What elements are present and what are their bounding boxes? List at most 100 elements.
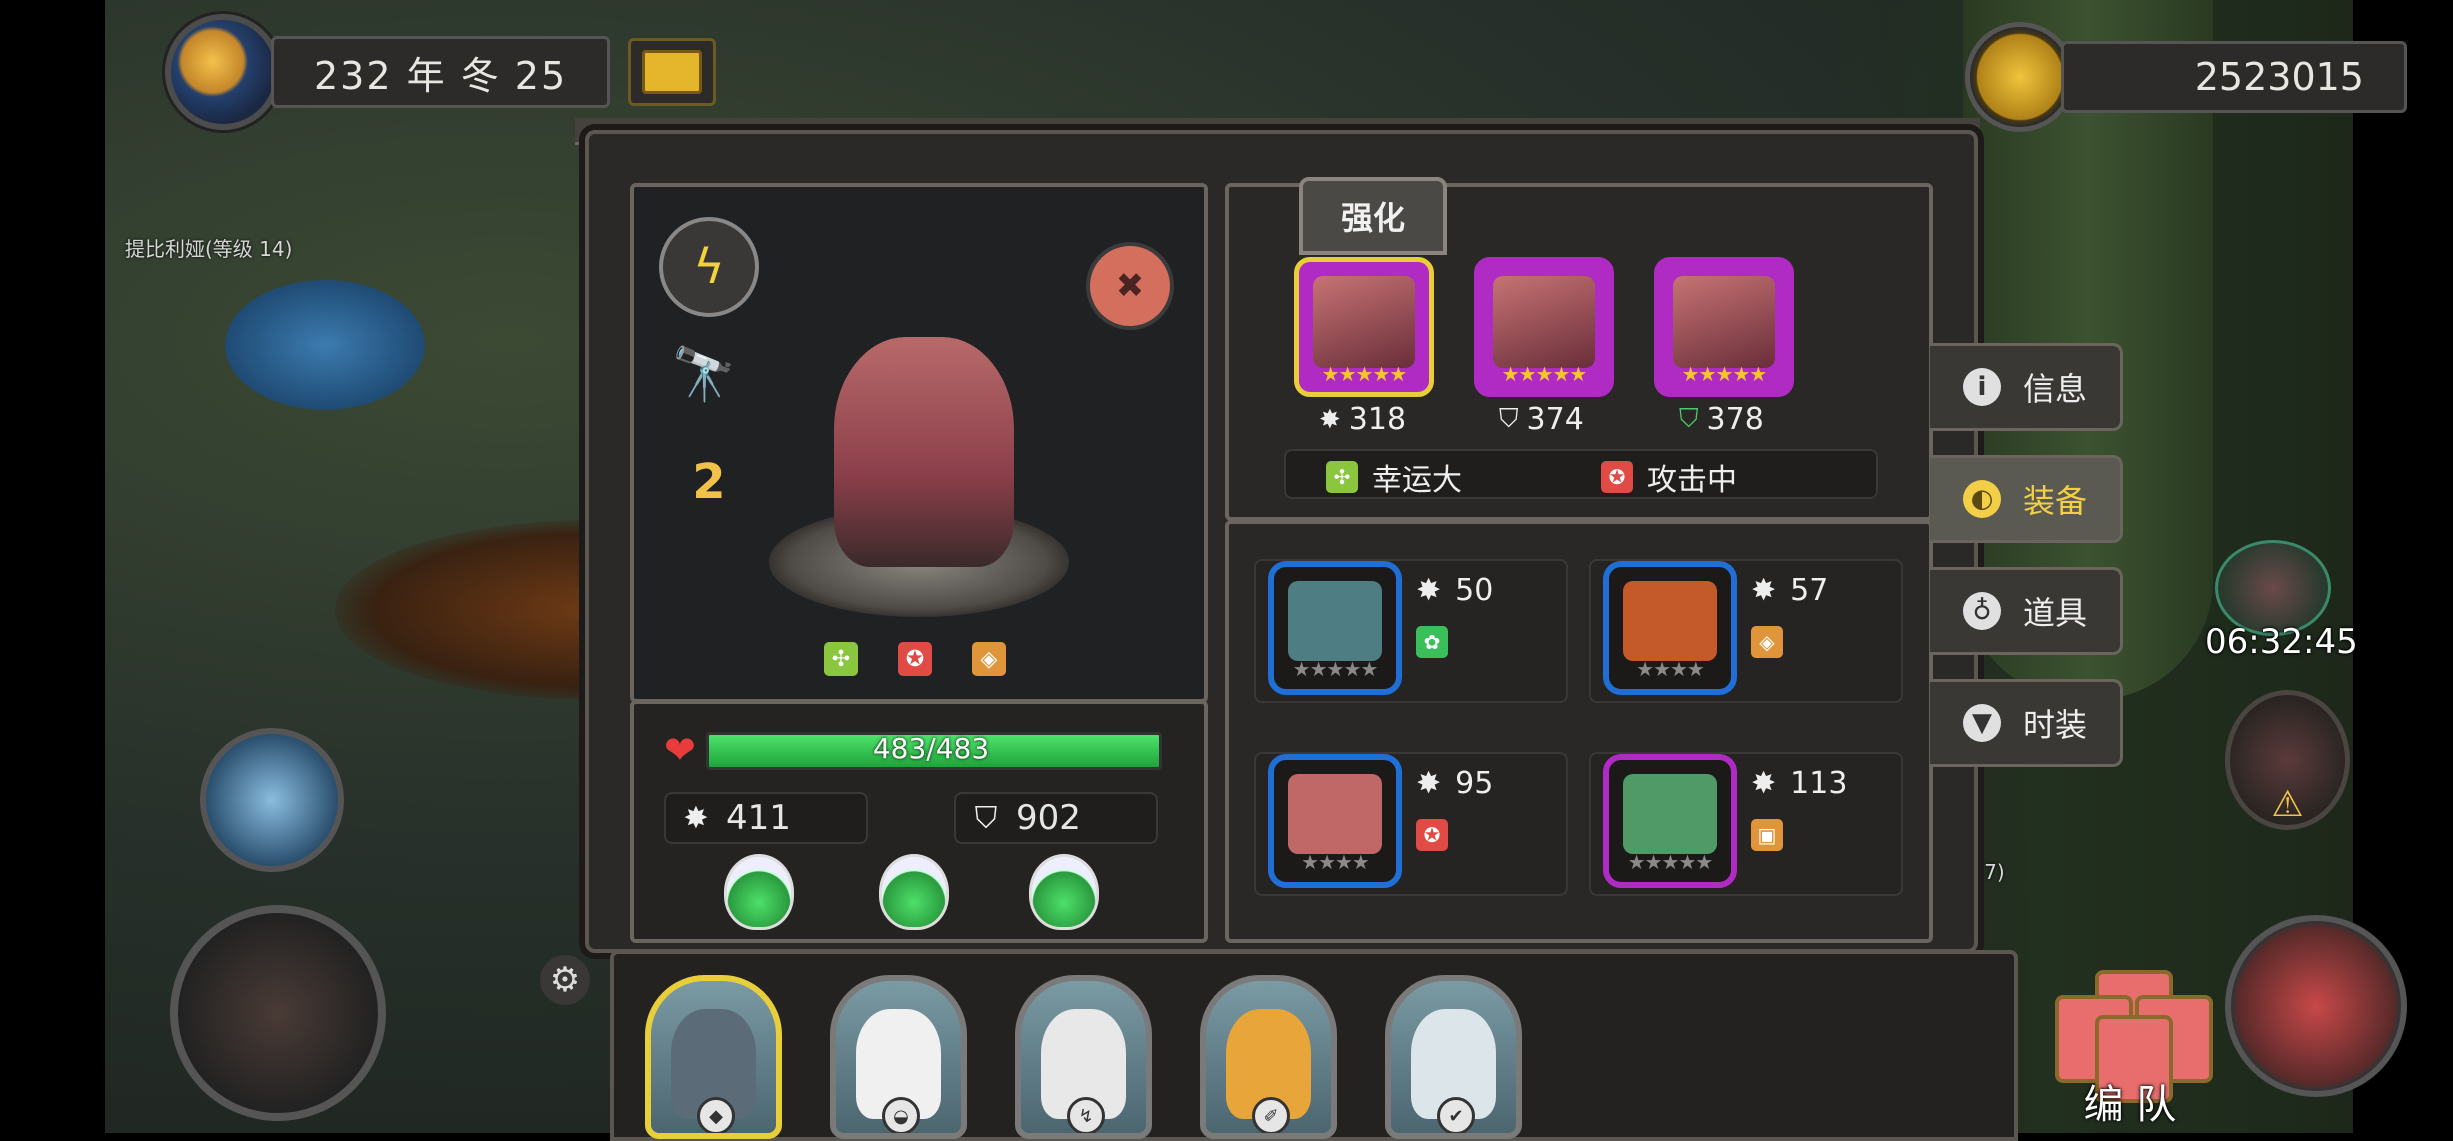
side-tab-label: 信息 xyxy=(2022,370,2087,408)
gold-coin-icon xyxy=(1965,22,2075,132)
attack-burst-icon: ✸ xyxy=(683,800,709,836)
equipped-gear-stat: ⛉ 374 xyxy=(1499,402,1584,437)
hero-portrait-leopard[interactable]: ✐ xyxy=(1200,975,1337,1139)
equipped-gear-value: 378 xyxy=(1706,402,1764,437)
warning-alert-button[interactable]: ⚠ xyxy=(2225,690,2350,830)
tab-shirt[interactable]: ▼ 时装 xyxy=(1930,679,2123,767)
chest-icon xyxy=(642,50,703,94)
hero-class-badge-icon: ◒ xyxy=(882,1097,920,1133)
tab-info[interactable]: i 信息 xyxy=(1930,343,2123,431)
gear-trait-icon: ◈ xyxy=(1751,626,1783,658)
health-potion-icon[interactable] xyxy=(724,854,794,930)
map-unit-label: 提比利娅(等级 14) xyxy=(125,237,293,261)
hero-portrait-polar-bear[interactable]: ↯ xyxy=(1015,975,1152,1139)
gear-art xyxy=(1623,581,1717,661)
gear-art xyxy=(1623,774,1717,854)
inventory-gear-item[interactable]: ★★★★ ✸ 57 ◈ xyxy=(1589,559,1903,703)
date-display: 232 年 冬 25 xyxy=(165,14,717,130)
gear-stars: ★★★★★ xyxy=(1321,362,1408,386)
island-map-button[interactable] xyxy=(200,728,344,872)
helmet-icon: ◐ xyxy=(1962,480,2001,518)
gear-trait-icon: ✪ xyxy=(1416,819,1448,851)
equipped-gear-slot[interactable]: ★★★★★ xyxy=(1654,257,1794,397)
hero-portrait-pirate-boar[interactable]: ◆ xyxy=(645,975,782,1139)
inventory-gear-stat: ✸ 113 xyxy=(1751,766,1847,801)
defense-shield-icon: ⛉ xyxy=(974,800,998,836)
team-cards-icon xyxy=(2055,970,2213,1103)
hero-class-badge-icon: ↯ xyxy=(1067,1097,1105,1133)
tab-helmet[interactable]: ◐ 装备 xyxy=(1930,455,2123,543)
team-formation-label: 编 队 xyxy=(2083,1082,2177,1128)
inventory-gear-item[interactable]: ★★★★★ ✸ 50 ✿ xyxy=(1254,559,1568,703)
hero-class-badge-icon: ✔ xyxy=(1437,1097,1475,1133)
hero-portrait-white-hair[interactable]: ✔ xyxy=(1385,975,1522,1139)
event-timer: 06:32:45 xyxy=(2205,622,2358,662)
inventory-gear-slot[interactable]: ★★★★★ xyxy=(1268,561,1402,695)
spyglass-map-icon[interactable]: 🔭 xyxy=(659,337,749,412)
inventory-gear-item[interactable]: ★★★★ ✸ 95 ✪ xyxy=(1254,752,1568,896)
crossed-swords-shield-icon[interactable] xyxy=(2225,915,2407,1097)
gear-stars: ★★★★ xyxy=(1636,657,1705,681)
side-tab-label: 时装 xyxy=(2022,706,2087,744)
health-potion-icon[interactable] xyxy=(1029,854,1099,930)
luck-bonus-icon: ✣ xyxy=(1326,461,1358,493)
shirt-icon: ▼ xyxy=(1962,704,2001,742)
blue-dragon-creature xyxy=(225,280,425,410)
gear-stars: ★★★★★ xyxy=(1501,362,1588,386)
enhance-tab[interactable]: 强化 xyxy=(1299,177,1447,255)
side-tab-label: 道具 xyxy=(2022,594,2087,632)
side-tab-menu: i 信息 ◐ 装备 ♁ 道具 ▼ 时装 xyxy=(1930,343,2130,791)
rank-badge: 2 xyxy=(654,442,764,522)
bomb-icon[interactable]: ✖ xyxy=(1086,242,1174,330)
inventory-gear-item[interactable]: ★★★★★ ✸ 113 ▣ xyxy=(1589,752,1903,896)
gear-stars: ★★★★★ xyxy=(1292,657,1379,681)
equipped-gear-stat: ✸ 318 xyxy=(1319,402,1406,437)
gear-art xyxy=(1288,581,1382,661)
luck-icon: ✣ xyxy=(824,642,858,676)
gear-stars: ★★★★★ xyxy=(1627,850,1714,874)
season-moon-icon[interactable] xyxy=(165,14,281,130)
lightning-sword-class-icon[interactable]: ϟ xyxy=(659,217,759,317)
inventory-gear-value: 50 xyxy=(1455,573,1494,608)
attack-stat-icon: ✸ xyxy=(1751,573,1777,608)
gear-trait-icon: ✿ xyxy=(1416,626,1448,658)
info-icon: i xyxy=(1962,368,2001,406)
hp-value: 483/483 xyxy=(872,731,990,765)
gold-display: 2523015 xyxy=(1965,22,2407,132)
town-house-button[interactable] xyxy=(170,905,386,1121)
attack-stat: ✸ 411 xyxy=(664,792,868,844)
inventory-gear-stat: ✸ 95 xyxy=(1416,766,1493,801)
hero-portrait-eagle[interactable]: ◒ xyxy=(830,975,967,1139)
gold-amount: 2523015 xyxy=(2061,41,2407,113)
heart-icon: ❤ xyxy=(664,728,696,772)
inventory-gear-slot[interactable]: ★★★★ xyxy=(1268,754,1402,888)
inventory-gear-value: 113 xyxy=(1790,766,1848,801)
equipped-gear-slot[interactable]: ★★★★★ xyxy=(1474,257,1614,397)
settings-gear-icon[interactable]: ⚙ xyxy=(540,955,590,1005)
inventory-gear-stat: ✸ 57 xyxy=(1751,573,1828,608)
shield-icon: ◈ xyxy=(972,642,1006,676)
tab-bag[interactable]: ♁ 道具 xyxy=(1930,567,2123,655)
hero-character-model xyxy=(834,337,1014,567)
equipped-gear-slot[interactable]: ★★★★★ xyxy=(1294,257,1434,397)
side-tab-label: 装备 xyxy=(2022,482,2087,520)
team-formation-button[interactable]: 编 队 xyxy=(2045,970,2215,1130)
rank-number: 2 xyxy=(692,454,726,510)
inventory-gear-value: 95 xyxy=(1455,766,1494,801)
gear-trait-icon: ▣ xyxy=(1751,819,1783,851)
health-potion-icon[interactable] xyxy=(879,854,949,930)
hero-trait-row: ✣ ✪ ◈ xyxy=(824,642,1006,676)
bonus-luck: ✣ 幸运大 xyxy=(1326,455,1462,499)
attack-stat-icon: ✸ xyxy=(1416,573,1442,608)
inventory-gear-stat: ✸ 50 xyxy=(1416,573,1493,608)
attack-stat-icon: ✸ xyxy=(1416,766,1442,801)
inventory-gear-slot[interactable]: ★★★★ xyxy=(1603,561,1737,695)
attack-value: 411 xyxy=(726,798,791,838)
gear-art xyxy=(1288,774,1382,854)
bonus-attack-label: 攻击中 xyxy=(1647,463,1737,498)
treasure-chest-button[interactable] xyxy=(628,38,717,106)
inventory-gear-slot[interactable]: ★★★★★ xyxy=(1603,754,1737,888)
equipped-gear-stat: ⛉ 378 xyxy=(1679,402,1764,437)
defense-stat-icon: ⛉ xyxy=(1499,404,1519,434)
defense-stat: ⛉ 902 xyxy=(954,792,1158,844)
